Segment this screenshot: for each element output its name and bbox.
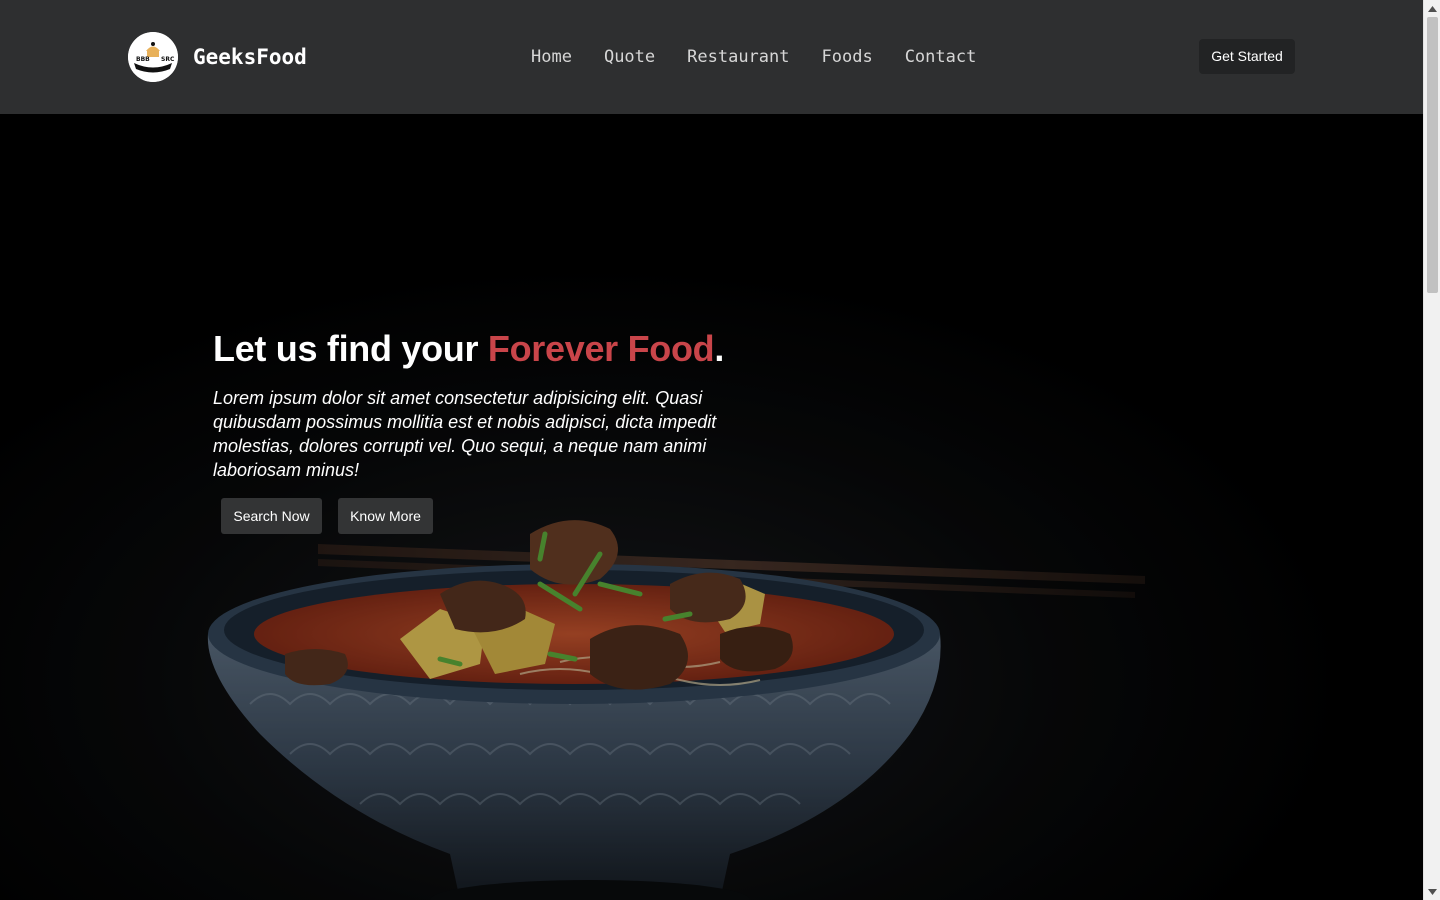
headline-suffix: . bbox=[714, 328, 725, 369]
know-more-button[interactable]: Know More bbox=[338, 498, 433, 534]
noodle-bowl-image bbox=[0, 114, 1423, 900]
hero-description: Lorem ipsum dolor sit amet consectetur a… bbox=[213, 388, 717, 480]
search-now-button[interactable]: Search Now bbox=[221, 498, 322, 534]
navbar: BBB SRC GeeksFood Home Quote Restaurant … bbox=[0, 0, 1423, 114]
headline-prefix: Let us find your bbox=[213, 328, 488, 369]
get-started-button[interactable]: Get Started bbox=[1199, 39, 1295, 74]
scroll-up-arrow-icon[interactable] bbox=[1424, 0, 1440, 17]
nav-item-quote[interactable]: Quote bbox=[604, 44, 655, 70]
scrollbar[interactable] bbox=[1423, 0, 1440, 900]
scrollbar-thumb[interactable] bbox=[1427, 17, 1438, 293]
headline-accent: Forever Food bbox=[487, 328, 715, 369]
nav-item-restaurant[interactable]: Restaurant bbox=[687, 44, 789, 70]
nav-item-contact[interactable]: Contact bbox=[905, 44, 977, 70]
svg-text:BBB: BBB bbox=[136, 56, 150, 63]
nav-item-foods[interactable]: Foods bbox=[822, 44, 873, 70]
food-logo-icon[interactable]: BBB SRC bbox=[128, 32, 178, 82]
scroll-down-arrow-icon[interactable] bbox=[1424, 883, 1440, 900]
main-nav: Home Quote Restaurant Foods Contact bbox=[531, 44, 976, 70]
svg-text:SRC: SRC bbox=[161, 56, 175, 63]
hero-headline: Let us find your Forever Food. bbox=[213, 327, 724, 371]
nav-item-home[interactable]: Home bbox=[531, 44, 572, 70]
brand-name[interactable]: GeeksFood bbox=[193, 43, 307, 71]
hero-section: Let us find your Forever Food. Lorem ips… bbox=[0, 114, 1423, 900]
